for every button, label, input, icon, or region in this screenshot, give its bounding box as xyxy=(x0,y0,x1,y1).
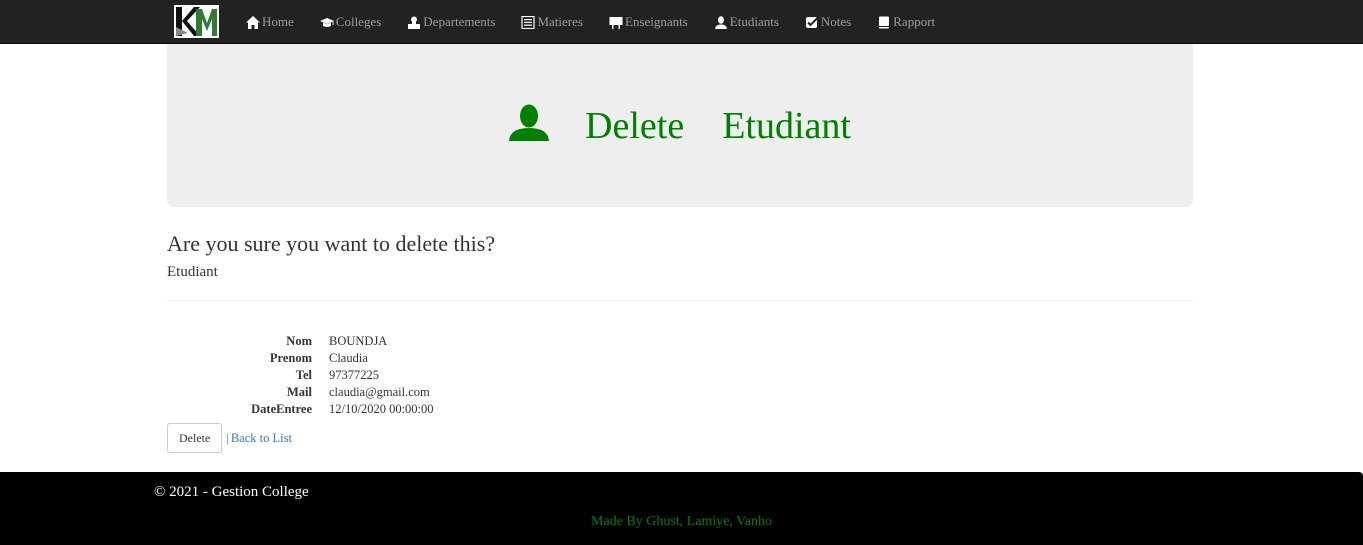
nav-enseignants[interactable]: Enseignants xyxy=(609,0,688,44)
detail-label: Nom xyxy=(286,333,312,348)
home-icon xyxy=(246,15,260,29)
user-icon xyxy=(509,104,550,141)
nav-home[interactable]: Home xyxy=(246,0,294,44)
nav-rapport[interactable]: Rapport xyxy=(877,0,935,44)
detail-row-mail: Mail claudia@gmail.com xyxy=(167,384,767,401)
copyright-text: © 2021 - Gestion College xyxy=(154,484,309,500)
detail-value: BOUNDJA xyxy=(329,333,388,348)
detail-value: Claudia xyxy=(329,350,368,365)
nav-enseignants-label: Enseignants xyxy=(624,14,688,29)
detail-value: 97377225 xyxy=(329,367,379,382)
detail-row-tel: Tel 97377225 xyxy=(167,367,767,384)
km-logo-icon xyxy=(174,5,219,38)
nav-departements[interactable]: Departements xyxy=(407,0,495,44)
page-heading: Delete Etudiant xyxy=(167,44,1193,207)
entity-subtitle: Etudiant xyxy=(167,264,218,280)
form-actions: Delete | Back to List xyxy=(167,423,292,453)
heading-word-delete: Delete xyxy=(585,104,685,147)
check-icon xyxy=(805,16,819,29)
detail-label: Tel xyxy=(295,367,312,382)
nav-menu: Home Colleges Departements Matieres Ense… xyxy=(246,0,961,44)
user-icon xyxy=(714,15,728,29)
nav-etudiants[interactable]: Etudiants xyxy=(714,0,779,44)
graduation-cap-icon xyxy=(319,16,334,29)
detail-value: 12/10/2020 00:00:00 xyxy=(329,401,434,416)
detail-value: claudia@gmail.com xyxy=(329,384,430,399)
delete-button[interactable]: Delete xyxy=(167,423,223,453)
divider xyxy=(167,300,1193,301)
brand-logo[interactable] xyxy=(174,5,219,38)
detail-label: DateEntree xyxy=(251,401,312,416)
details-list: Nom BOUNDJA Prenom Claudia Tel 97377225 … xyxy=(167,333,767,418)
book-icon xyxy=(877,16,891,29)
id-badge-icon xyxy=(407,16,421,29)
detail-row-prenom: Prenom Claudia xyxy=(167,350,767,367)
nav-colleges-label: Colleges xyxy=(335,14,382,29)
jumbotron: Delete Etudiant xyxy=(167,44,1193,207)
nav-departements-label: Departements xyxy=(423,14,496,29)
navbar: Home Colleges Departements Matieres Ense… xyxy=(0,0,1363,44)
confirm-question: Are you sure you want to delete this? xyxy=(167,231,496,256)
nav-matieres-label: Matieres xyxy=(537,14,583,29)
detail-label: Mail xyxy=(287,384,312,399)
detail-label: Prenom xyxy=(269,350,312,365)
footer: © 2021 - Gestion College Made By Ghust, … xyxy=(0,472,1363,545)
nav-colleges[interactable]: Colleges xyxy=(319,0,382,44)
separator: | xyxy=(226,430,229,445)
nav-rapport-label: Rapport xyxy=(893,14,936,29)
nav-etudiants-label: Etudiants xyxy=(729,14,779,29)
heading-word-etudiant: Etudiant xyxy=(722,104,851,147)
list-alt-icon xyxy=(521,15,536,29)
blackboard-icon xyxy=(609,16,623,29)
made-by-text: Made By Ghust, Lamiye, Vanho xyxy=(591,514,772,529)
nav-notes[interactable]: Notes xyxy=(805,0,851,44)
detail-row-dateentree: DateEntree 12/10/2020 00:00:00 xyxy=(167,401,767,418)
back-to-list-link[interactable]: Back to List xyxy=(231,431,292,446)
nav-matieres[interactable]: Matieres xyxy=(521,0,583,44)
nav-home-label: Home xyxy=(262,14,294,29)
nav-notes-label: Notes xyxy=(820,14,852,29)
detail-row-nom: Nom BOUNDJA xyxy=(167,333,767,350)
